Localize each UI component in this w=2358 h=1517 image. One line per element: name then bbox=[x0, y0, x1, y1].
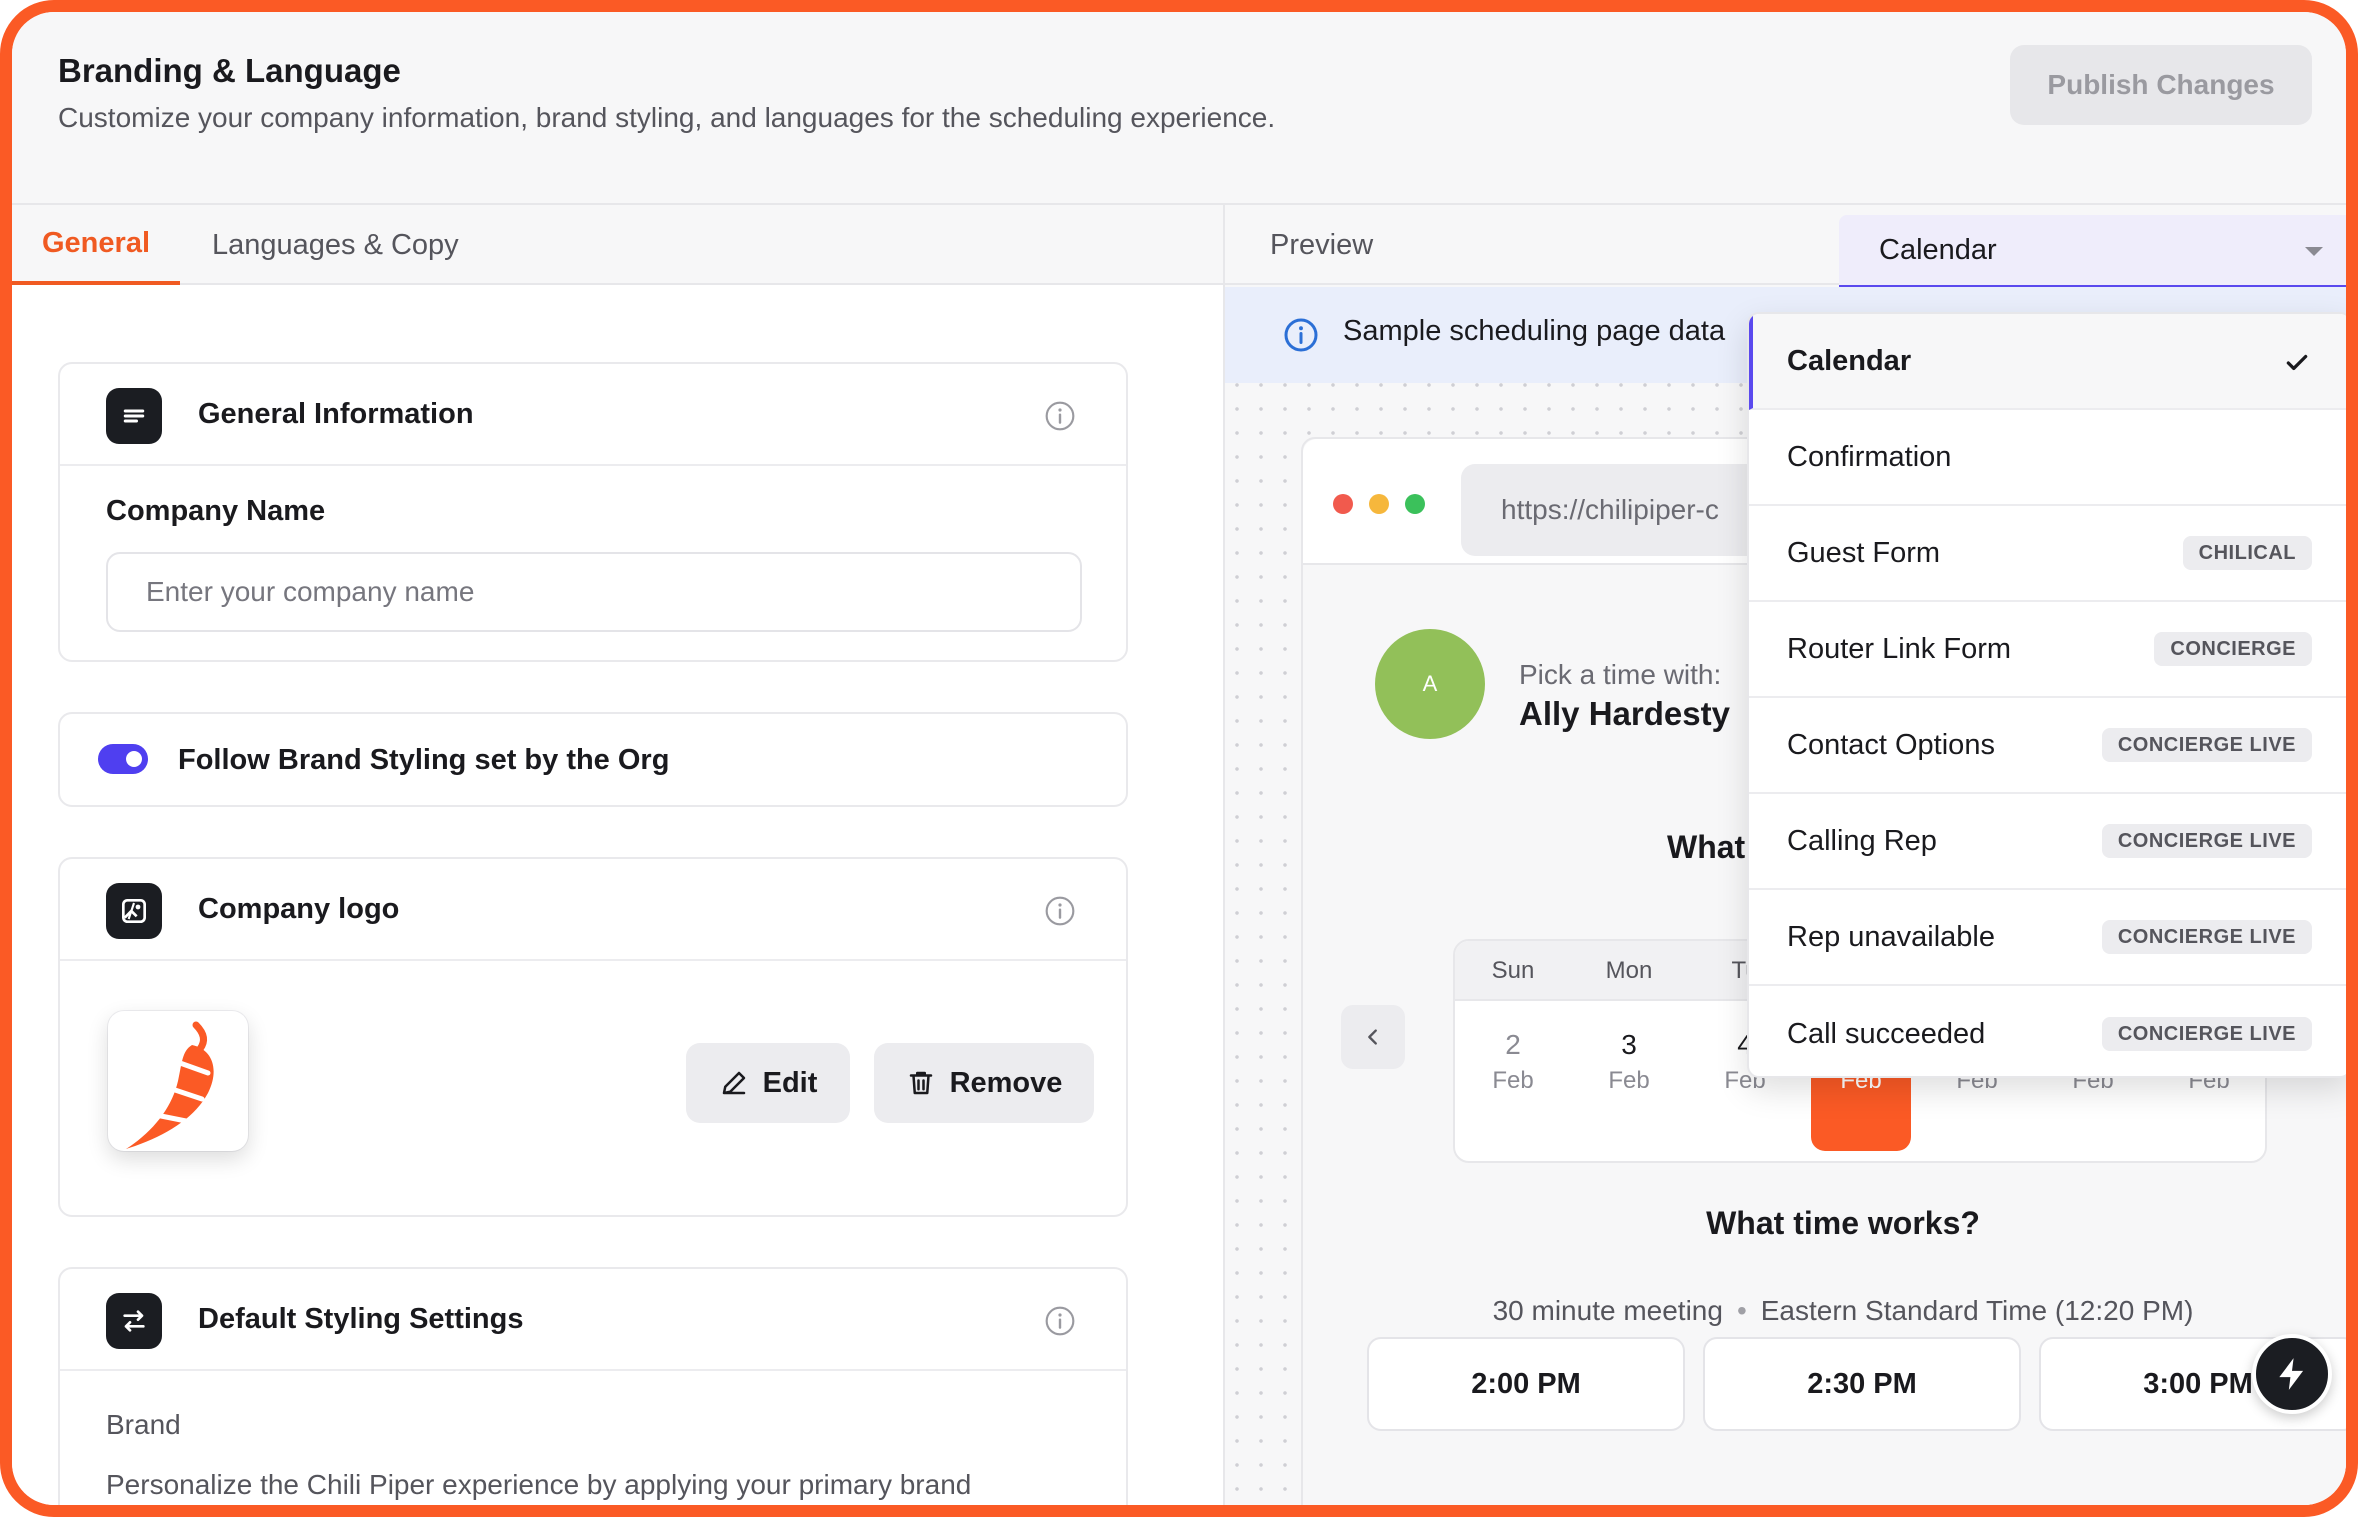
follow-brand-label: Follow Brand Styling set by the Org bbox=[178, 744, 670, 776]
menu-item-call-succeeded[interactable]: Call succeeded CONCIERGE LIVE bbox=[1749, 986, 2346, 1076]
timezone: Eastern Standard Time (12:20 PM) bbox=[1760, 1295, 2194, 1326]
info-icon[interactable] bbox=[1044, 400, 1076, 432]
date-number: 2 bbox=[1505, 1029, 1521, 1060]
settings-panel: General Languages & Copy General Informa… bbox=[12, 205, 1225, 1505]
date-cell[interactable]: 3 Feb bbox=[1579, 1005, 1679, 1151]
menu-item-rep-unavailable[interactable]: Rep unavailable CONCIERGE LIVE bbox=[1749, 890, 2346, 986]
company-name-input[interactable] bbox=[106, 552, 1082, 632]
meeting-length: 30 minute meeting bbox=[1492, 1295, 1723, 1326]
bullet-separator: • bbox=[1736, 1295, 1747, 1326]
menu-item-label: Rep unavailable bbox=[1787, 920, 1995, 953]
menu-item-label: Call succeeded bbox=[1787, 1017, 1986, 1050]
page-header: Branding & Language Customize your compa… bbox=[12, 12, 2346, 205]
edit-logo-button[interactable]: Edit bbox=[686, 1043, 850, 1123]
product-badge: CHILICAL bbox=[2182, 536, 2312, 570]
menu-item-calendar[interactable]: Calendar bbox=[1749, 314, 2346, 410]
swap-arrows-icon bbox=[106, 1293, 162, 1349]
menu-item-label: Contact Options bbox=[1787, 728, 1995, 761]
company-logo-card: Company logo Edit Remove bbox=[58, 857, 1128, 1217]
remove-label: Remove bbox=[949, 1066, 1063, 1099]
card-header: Company logo bbox=[60, 859, 1126, 961]
host-avatar: A bbox=[1375, 629, 1485, 739]
edit-label: Edit bbox=[762, 1066, 818, 1099]
menu-item-label: Confirmation bbox=[1787, 440, 1952, 473]
app-frame: Branding & Language Customize your compa… bbox=[0, 0, 2358, 1517]
preview-view-menu: Calendar Confirmation Guest Form CHILICA… bbox=[1747, 312, 2346, 1078]
menu-item-label: Guest Form bbox=[1787, 536, 1941, 569]
card-title: Default Styling Settings bbox=[198, 1303, 524, 1335]
time-section-heading: What time works? bbox=[1706, 1205, 1980, 1241]
card-header: Default Styling Settings bbox=[60, 1269, 1126, 1371]
list-icon bbox=[106, 388, 162, 444]
app: Branding & Language Customize your compa… bbox=[12, 12, 2346, 1505]
menu-item-contact-options[interactable]: Contact Options CONCIERGE LIVE bbox=[1749, 698, 2346, 794]
image-icon bbox=[106, 883, 162, 939]
company-logo-image bbox=[108, 1011, 248, 1151]
window-close-dot bbox=[1333, 494, 1353, 514]
product-badge: CONCIERGE LIVE bbox=[2101, 728, 2312, 762]
page-subtitle: Customize your company information, bran… bbox=[58, 102, 1276, 133]
date-number: 3 bbox=[1621, 1029, 1637, 1060]
window-maximize-dot bbox=[1405, 494, 1425, 514]
preview-view-select[interactable]: Calendar bbox=[1839, 215, 2346, 289]
product-badge: CONCIERGE LIVE bbox=[2101, 1017, 2312, 1051]
company-name-label: Company Name bbox=[106, 495, 326, 527]
pencil-icon bbox=[722, 1071, 745, 1095]
weekday-label: Sun bbox=[1491, 957, 1535, 984]
info-icon[interactable] bbox=[1044, 1305, 1076, 1337]
toggle-knob bbox=[126, 751, 142, 767]
date-month: Feb bbox=[1608, 1067, 1650, 1094]
product-badge: CONCIERGE LIVE bbox=[2101, 824, 2312, 858]
product-badge: CONCIERGE bbox=[2154, 632, 2312, 666]
chili-pepper-logo bbox=[126, 1021, 214, 1149]
lightning-bolt-button[interactable] bbox=[2252, 1334, 2332, 1414]
selected-view: Calendar bbox=[1879, 233, 1997, 266]
preview-label: Preview bbox=[1270, 228, 1374, 261]
card-header: General Information bbox=[60, 364, 1126, 466]
pick-time-label: Pick a time with: bbox=[1519, 659, 1722, 690]
page-title: Branding & Language bbox=[58, 52, 401, 89]
product-badge: CONCIERGE LIVE bbox=[2101, 920, 2312, 954]
default-styling-card: Default Styling Settings Brand Personali… bbox=[58, 1267, 1128, 1505]
info-icon bbox=[1284, 318, 1318, 352]
remove-logo-button[interactable]: Remove bbox=[874, 1043, 1094, 1123]
previous-week-button[interactable] bbox=[1341, 1005, 1405, 1069]
info-icon[interactable] bbox=[1044, 895, 1076, 927]
date-month: Feb bbox=[1492, 1067, 1534, 1094]
chevron-left-icon bbox=[1368, 1029, 1377, 1045]
caret-down-icon bbox=[2305, 247, 2323, 256]
follow-brand-toggle[interactable] bbox=[98, 744, 148, 774]
trash-icon bbox=[909, 1071, 932, 1095]
general-information-card: General Information Company Name bbox=[58, 362, 1128, 662]
menu-item-confirmation[interactable]: Confirmation bbox=[1749, 410, 2346, 506]
menu-item-label: Calling Rep bbox=[1787, 824, 1937, 857]
menu-item-router-link-form[interactable]: Router Link Form CONCIERGE bbox=[1749, 602, 2346, 698]
window-minimize-dot bbox=[1369, 494, 1389, 514]
weekday-label: Mon bbox=[1605, 957, 1653, 984]
menu-item-label: Router Link Form bbox=[1787, 632, 2012, 665]
host-name: Ally Hardesty bbox=[1519, 695, 1730, 732]
follow-brand-card: Follow Brand Styling set by the Org bbox=[58, 712, 1128, 807]
meeting-info: 30 minute meeting • Eastern Standard Time … bbox=[1303, 1295, 2346, 1327]
brand-label: Brand bbox=[106, 1409, 181, 1440]
card-title: General Information bbox=[198, 398, 474, 430]
brand-description: Personalize the Chili Piper experience b… bbox=[106, 1469, 972, 1500]
banner-text: Sample scheduling page data bbox=[1343, 315, 1726, 347]
publish-changes-button[interactable]: Publish Changes bbox=[2010, 45, 2312, 125]
tab-languages-copy[interactable]: Languages & Copy bbox=[212, 205, 459, 285]
time-slot-button[interactable]: 2:00 PM bbox=[1367, 1337, 1685, 1431]
menu-item-calling-rep[interactable]: Calling Rep CONCIERGE LIVE bbox=[1749, 794, 2346, 890]
menu-item-guest-form[interactable]: Guest Form CHILICAL bbox=[1749, 506, 2346, 602]
date-cell[interactable]: 2 Feb bbox=[1463, 1005, 1563, 1151]
lightning-icon bbox=[2279, 1358, 2304, 1390]
checkmark-icon bbox=[2286, 354, 2308, 371]
menu-item-label: Calendar bbox=[1787, 344, 1912, 377]
settings-tabs: General Languages & Copy bbox=[12, 205, 1223, 285]
tab-general[interactable]: General bbox=[12, 205, 180, 285]
time-slot-button[interactable]: 2:30 PM bbox=[1703, 1337, 2021, 1431]
card-title: Company logo bbox=[198, 893, 400, 925]
preview-toolbar: Preview Calendar bbox=[1225, 205, 2346, 289]
date-section-heading: What bbox=[1667, 829, 1746, 865]
